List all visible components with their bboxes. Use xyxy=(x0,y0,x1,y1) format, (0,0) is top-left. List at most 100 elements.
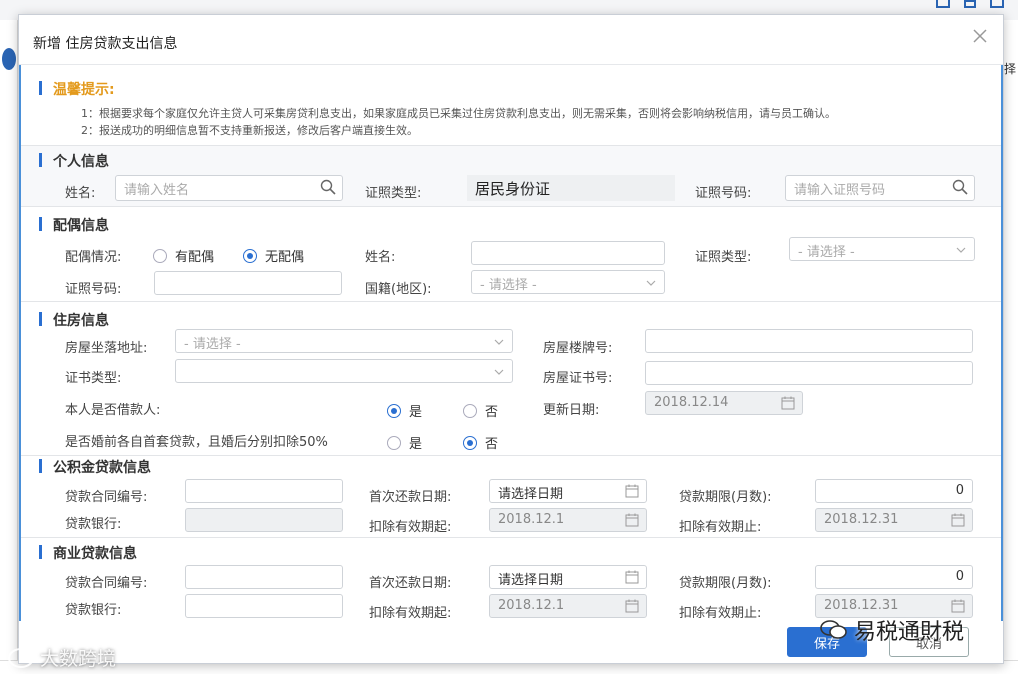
radio-premarital-no-label: 否 xyxy=(485,437,499,452)
radio-circle[interactable] xyxy=(463,403,477,418)
calendar-icon[interactable] xyxy=(624,569,640,585)
background-right-panel: 择 xyxy=(1002,20,1018,674)
spouse-id-type-label: 证照类型: xyxy=(695,250,752,265)
divider xyxy=(21,537,1001,538)
commercial-deduct-end-value: 2018.12.31 xyxy=(824,598,899,613)
commercial-contract-input[interactable] xyxy=(185,565,343,589)
window-controls xyxy=(936,0,1004,10)
chevron-down-icon xyxy=(494,336,504,346)
radio-circle[interactable] xyxy=(153,248,167,263)
provident-term-input[interactable]: 0 xyxy=(815,479,973,503)
tips-line-1: 1：根据要求每个家庭仅允许主贷人可采集房贷利息支出，如果家庭成员已采集过住房贷款… xyxy=(81,107,836,120)
commercial-first-repay-input[interactable]: 请选择日期 xyxy=(489,565,647,589)
commercial-term-input[interactable]: 0 xyxy=(815,565,973,589)
chevron-down-icon xyxy=(956,244,966,254)
watermark-right: 易税通財税 xyxy=(820,614,964,646)
commercial-deduct-start-input: 2018.12.1 xyxy=(489,594,647,618)
radio-premarital-yes[interactable]: 是 xyxy=(387,433,422,452)
commercial-deduct-start-value: 2018.12.1 xyxy=(498,598,565,613)
housing-loan-dialog: 新增 住房贷款支出信息 温馨提示: 1：根据要求每个家庭仅允许主贷人可采集房贷利… xyxy=(18,14,1004,664)
radio-no-spouse-label: 无配偶 xyxy=(265,250,305,265)
radio-borrower-yes-label: 是 xyxy=(409,405,423,420)
personal-info-title: 个人信息 xyxy=(39,151,109,171)
app-logo-icon xyxy=(2,48,16,70)
radio-premarital-no[interactable]: 否 xyxy=(463,433,498,452)
personal-id-type-value: 居民身份证 xyxy=(467,175,675,201)
housing-cert-no-label: 房屋证书号: xyxy=(543,371,613,386)
housing-cert-type-select[interactable] xyxy=(175,359,513,383)
watermark-logo-icon xyxy=(8,647,34,668)
provident-deduct-start-value: 2018.12.1 xyxy=(498,512,565,527)
housing-cert-type-label: 证书类型: xyxy=(65,371,122,386)
housing-house-no-input[interactable] xyxy=(645,329,973,353)
watermark-left-text: 大数跨境 xyxy=(40,648,117,670)
spouse-nationality-label: 国籍(地区): xyxy=(365,282,432,297)
housing-update-date-label: 更新日期: xyxy=(543,403,600,418)
watermark-right-text: 易税通財税 xyxy=(854,620,965,645)
personal-id-no-input[interactable]: 请输入证照号码 xyxy=(785,175,975,201)
spouse-id-no-input[interactable] xyxy=(154,271,342,295)
minimize-icon[interactable] xyxy=(936,0,950,8)
commercial-bank-input[interactable] xyxy=(185,594,343,618)
housing-cert-no-input[interactable] xyxy=(645,361,973,385)
calendar-icon xyxy=(624,512,640,528)
housing-address-label: 房屋坐落地址: xyxy=(65,341,148,356)
radio-circle-checked[interactable] xyxy=(243,248,257,263)
radio-no-spouse[interactable]: 无配偶 xyxy=(243,246,304,265)
calendar-icon xyxy=(624,598,640,614)
commercial-loan-title: 商业贷款信息 xyxy=(39,543,137,563)
commercial-first-repay-label: 首次还款日期: xyxy=(369,576,452,591)
search-icon[interactable] xyxy=(320,179,336,195)
commercial-term-label: 贷款期限(月数): xyxy=(679,576,772,591)
radio-circle-checked[interactable] xyxy=(387,403,401,418)
radio-borrower-yes[interactable]: 是 xyxy=(387,401,422,420)
provident-contract-label: 贷款合同编号: xyxy=(65,490,148,505)
divider xyxy=(21,455,1001,456)
personal-name-input[interactable]: 请输入姓名 xyxy=(115,175,343,201)
spouse-nationality-select[interactable]: - 请选择 - xyxy=(471,270,665,294)
radio-borrower-no-label: 否 xyxy=(485,405,499,420)
provident-deduct-start-label: 扣除有效期起: xyxy=(369,520,452,535)
housing-address-select[interactable]: - 请选择 - xyxy=(175,329,513,353)
provident-first-repay-label: 首次还款日期: xyxy=(369,490,452,505)
radio-has-spouse-label: 有配偶 xyxy=(175,250,215,265)
divider xyxy=(21,301,1001,302)
spouse-info-title: 配偶信息 xyxy=(39,215,109,235)
dialog-title: 新增 住房贷款支出信息 xyxy=(33,36,178,52)
housing-info-title: 住房信息 xyxy=(39,310,109,330)
maximize-icon[interactable] xyxy=(964,0,976,8)
radio-circle-checked[interactable] xyxy=(463,435,477,450)
search-icon[interactable] xyxy=(952,179,968,195)
chevron-down-icon xyxy=(646,277,656,287)
close-icon[interactable] xyxy=(971,27,989,45)
radio-has-spouse[interactable]: 有配偶 xyxy=(153,246,214,265)
housing-update-date-input: 2018.12.14 xyxy=(645,391,803,415)
commercial-deduct-start-label: 扣除有效期起: xyxy=(369,606,452,621)
provident-contract-input[interactable] xyxy=(185,479,343,503)
chevron-down-icon xyxy=(494,366,504,376)
personal-id-type-label: 证照类型: xyxy=(365,186,422,201)
radio-circle[interactable] xyxy=(387,435,401,450)
provident-first-repay-input[interactable]: 请选择日期 xyxy=(489,479,647,503)
window-close-icon[interactable] xyxy=(990,0,1004,8)
commercial-deduct-end-label: 扣除有效期止: xyxy=(679,606,762,621)
personal-id-no-label: 证照号码: xyxy=(695,186,752,201)
spouse-id-type-placeholder: - 请选择 - xyxy=(798,245,855,260)
spouse-nationality-placeholder: - 请选择 - xyxy=(480,278,537,293)
housing-premarital-label: 是否婚前各自首套贷款，且婚后分别扣除50% xyxy=(65,435,328,450)
radio-borrower-no[interactable]: 否 xyxy=(463,401,498,420)
spouse-name-input[interactable] xyxy=(471,241,665,265)
spouse-name-label: 姓名: xyxy=(365,250,396,265)
dialog-body: 温馨提示: 1：根据要求每个家庭仅允许主贷人可采集房贷利息支出，如果家庭成员已采… xyxy=(19,65,1003,621)
provident-deduct-end-value: 2018.12.31 xyxy=(824,512,899,527)
personal-name-label: 姓名: xyxy=(65,186,96,201)
personal-name-placeholder: 请输入姓名 xyxy=(124,183,190,198)
provident-term-label: 贷款期限(月数): xyxy=(679,490,772,505)
commercial-first-repay-placeholder: 请选择日期 xyxy=(498,573,564,588)
spouse-id-type-select[interactable]: - 请选择 - xyxy=(789,237,975,261)
calendar-icon[interactable] xyxy=(624,483,640,499)
wechat-icon xyxy=(820,619,848,641)
calendar-icon xyxy=(950,512,966,528)
dialog-header: 新增 住房贷款支出信息 xyxy=(19,15,1003,65)
radio-premarital-yes-label: 是 xyxy=(409,437,423,452)
